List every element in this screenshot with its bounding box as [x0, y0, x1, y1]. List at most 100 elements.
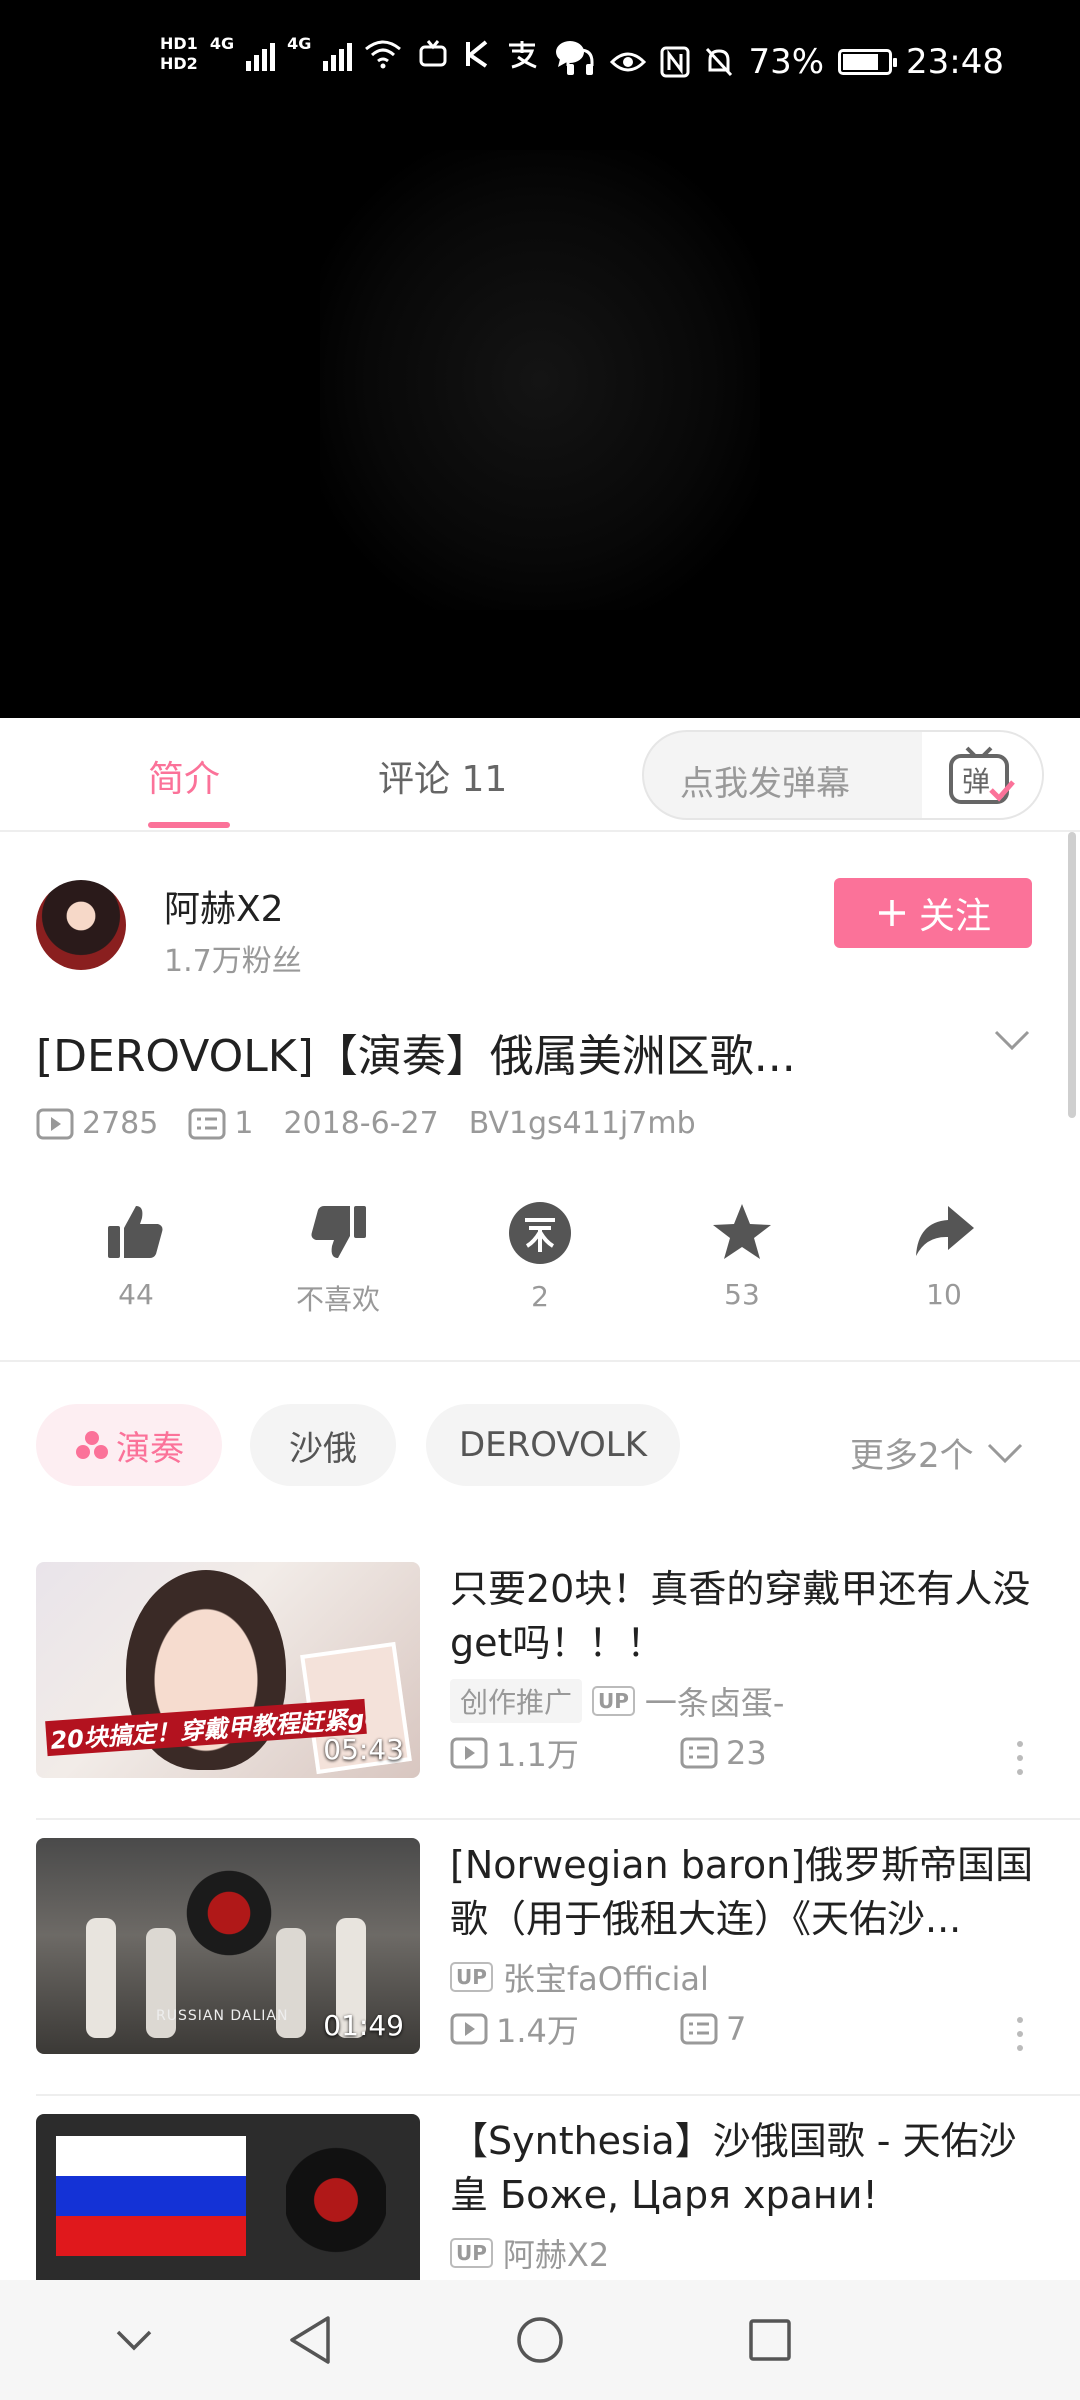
wifi-icon — [365, 40, 402, 69]
video-thumbnail[interactable] — [36, 2114, 420, 2280]
system-nav-bar — [0, 2280, 1080, 2400]
tab-comments[interactable]: 评论 11 — [378, 750, 507, 802]
uploader-name[interactable]: 阿赫X2 — [164, 880, 284, 932]
mute-bell-icon — [706, 47, 733, 77]
duration: 01:49 — [323, 2009, 404, 2042]
hd2-label: HD2 — [160, 54, 198, 73]
battery-icon — [838, 49, 898, 75]
video-meta: 2785 1 2018-6-27 BV1gs411j7mb — [36, 1106, 726, 1141]
tag-chip[interactable]: 沙俄 — [250, 1404, 396, 1486]
rec-danmaku-value: 23 — [726, 1734, 767, 1772]
nav-back-button[interactable] — [274, 2304, 346, 2376]
danmaku-glyph: 弹 — [962, 765, 990, 798]
hd1-label: HD1 — [160, 34, 198, 53]
duration: 05:43 — [323, 1733, 404, 1766]
notification-icons — [364, 39, 586, 69]
rec-uploader-line: UP 张宝faOfficial — [450, 1954, 709, 2000]
play-count-icon — [450, 1737, 488, 1769]
rec-views: 1.1万 — [450, 1730, 680, 1776]
more-vertical-icon[interactable] — [1010, 1738, 1030, 1778]
danmaku-count-value: 1 — [234, 1106, 254, 1141]
tag-label: 演奏 — [116, 1428, 184, 1469]
flag-white-stripe — [56, 2136, 246, 2176]
like-count: 44 — [118, 1278, 154, 1311]
video-title: [DEROVOLK]【演奏】俄属美洲区歌... — [36, 1031, 796, 1082]
nav-recents-button[interactable] — [734, 2304, 806, 2376]
hd-indicator: HD1 HD2 — [160, 34, 198, 74]
battery-percent: 73% — [748, 42, 825, 82]
signal-icon — [246, 37, 276, 71]
danmaku-input[interactable]: 点我发弹幕 弹 — [642, 730, 1044, 820]
danmaku-count-icon — [680, 2013, 718, 2045]
publish-date: 2018-6-27 — [283, 1106, 439, 1141]
up-badge: UP — [592, 1686, 635, 1716]
danmaku-toggle-button[interactable]: 弹 — [922, 732, 1042, 818]
nav-collapse-button[interactable] — [98, 2304, 170, 2376]
scrollbar[interactable] — [1068, 832, 1076, 1118]
coin-button[interactable]: 2 — [440, 1200, 640, 1313]
tab-intro[interactable]: 简介 — [148, 750, 220, 802]
list-item[interactable]: 【Synthesia】沙俄国歌 - 天佑沙皇 Боже, Царя храни!… — [0, 2114, 1080, 2280]
list-item[interactable]: RUSSIAN DALIAN 01:49 [Norwegian baron]俄罗… — [0, 1838, 1080, 2114]
danmaku-count-icon — [680, 1737, 718, 1769]
more-vertical-icon[interactable] — [1010, 2014, 1030, 2054]
rec-stats: 1.1万 23 — [450, 1730, 910, 1776]
danmaku-count-icon — [188, 1108, 226, 1139]
more-tags-button[interactable]: 更多2个 — [850, 1428, 1024, 1477]
share-button[interactable]: 10 — [844, 1200, 1044, 1311]
bvid: BV1gs411j7mb — [468, 1106, 696, 1141]
rec-uploader: 一条卤蛋- — [644, 1684, 785, 1722]
rec-views: 1.4万 — [450, 2006, 680, 2052]
view-count-value: 2785 — [82, 1106, 159, 1141]
tv-app-icon — [419, 40, 447, 67]
flag-red-stripe — [56, 2216, 246, 2256]
favorite-count: 53 — [724, 1278, 760, 1311]
play-count-icon — [450, 2013, 488, 2045]
alipay-icon — [509, 41, 537, 69]
follow-button[interactable]: 关注 — [834, 878, 1032, 948]
dislike-label: 不喜欢 — [295, 1283, 380, 1316]
plus-icon — [878, 900, 905, 926]
star-icon — [713, 1204, 771, 1259]
rec-danmaku: 23 — [680, 1734, 910, 1772]
like-button[interactable]: 44 — [36, 1200, 236, 1311]
tag-label: DEROVOLK — [458, 1425, 648, 1465]
tab-indicator — [148, 822, 230, 828]
share-arrow-icon — [916, 1206, 974, 1256]
nav-home-button[interactable] — [504, 2304, 576, 2376]
nfc-icon — [660, 46, 690, 78]
tag-chip[interactable]: DEROVOLK — [426, 1404, 680, 1486]
section-divider — [0, 1360, 1080, 1362]
coin-icon — [509, 1202, 571, 1264]
thumbnail-eagle — [286, 2130, 386, 2270]
danmaku-count: 1 — [188, 1106, 253, 1141]
thumbs-down-icon — [311, 1206, 366, 1258]
chevron-down-icon — [116, 2330, 152, 2351]
rec-title: [Norwegian baron]俄罗斯帝国国歌（用于俄租大连）《天佑沙... — [450, 1843, 1034, 1941]
play-count-icon — [36, 1108, 74, 1139]
avatar[interactable] — [36, 880, 126, 970]
tag-chip[interactable]: 演奏 — [36, 1404, 222, 1486]
rec-uploader-line: UP 阿赫X2 — [450, 2230, 609, 2276]
rec-title: 只要20块！真香的穿戴甲还有人没get吗！！！ — [450, 1567, 1031, 1665]
favorite-button[interactable]: 53 — [642, 1200, 842, 1311]
chevron-down-icon[interactable] — [992, 1028, 1032, 1052]
view-count: 2785 — [36, 1106, 158, 1141]
list-item[interactable]: 20块搞定！穿戴甲教程赶紧get! 05:43 只要20块！真香的穿戴甲还有人没… — [0, 1562, 1080, 1838]
thumbnail-caption: RUSSIAN DALIAN — [156, 2008, 289, 2024]
battery-level — [843, 54, 879, 70]
dislike-button[interactable]: 不喜欢 — [238, 1200, 438, 1318]
thumbs-up-icon — [108, 1206, 163, 1258]
recents-square-icon — [749, 2319, 791, 2361]
coin-count: 2 — [531, 1280, 549, 1313]
status-left: HD1 HD2 4G 4G — [160, 34, 586, 74]
rec-views-value: 1.4万 — [496, 2012, 579, 2050]
status-right: 73% 23:48 — [564, 42, 1004, 82]
video-thumbnail[interactable]: 20块搞定！穿戴甲教程赶紧get! 05:43 — [36, 1562, 420, 1778]
up-badge: UP — [450, 2238, 493, 2268]
rec-uploader-line: 创作推广 UP 一条卤蛋- — [450, 1678, 784, 1724]
rec-danmaku: 7 — [680, 2010, 910, 2048]
list-divider — [36, 1818, 1080, 1820]
video-thumbnail[interactable]: RUSSIAN DALIAN 01:49 — [36, 1838, 420, 2054]
k-app-icon — [466, 40, 488, 68]
